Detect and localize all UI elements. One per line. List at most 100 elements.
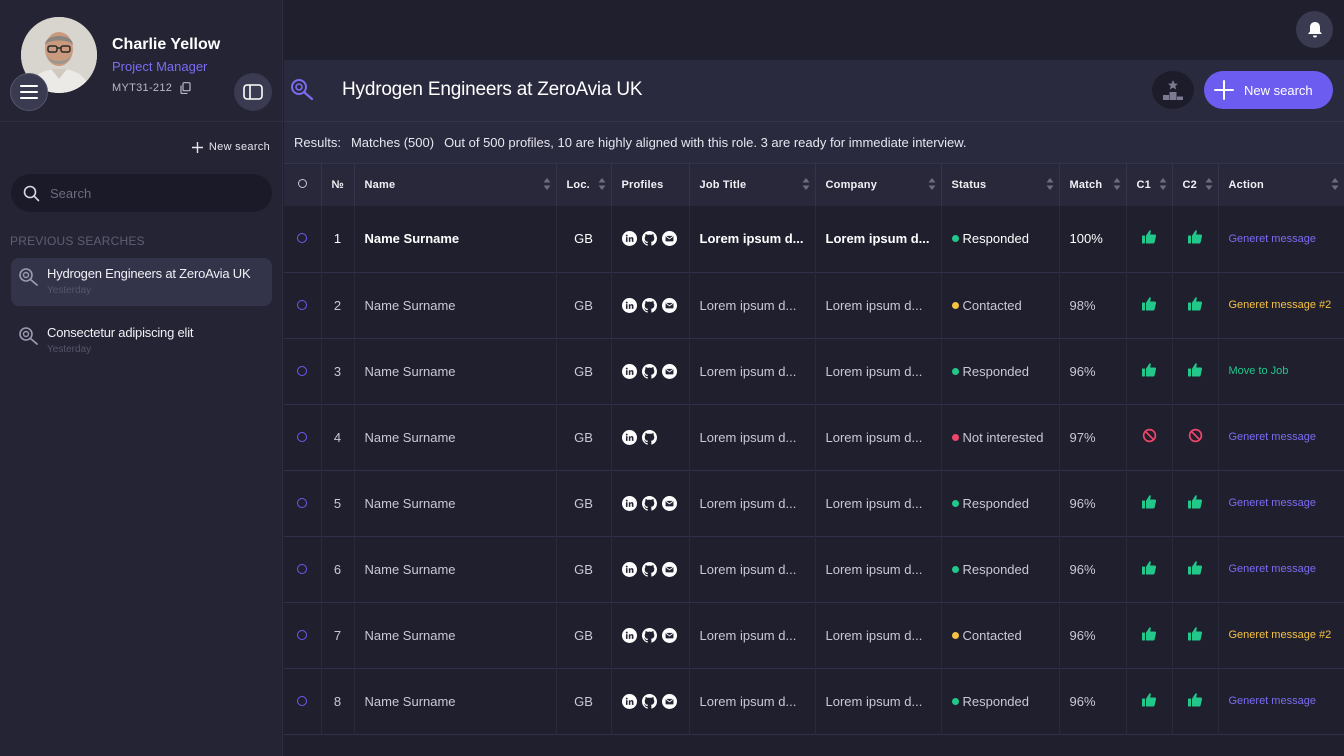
ban-icon[interactable] xyxy=(1142,428,1157,443)
c2-cell[interactable] xyxy=(1172,404,1219,470)
leaderboard-button[interactable] xyxy=(1152,71,1194,109)
action-link[interactable]: Generet message xyxy=(1218,470,1344,536)
linkedin-icon[interactable] xyxy=(621,429,637,445)
toggle-panel-button[interactable] xyxy=(234,73,272,111)
sort-icon[interactable] xyxy=(543,178,551,190)
email-icon[interactable] xyxy=(661,627,677,643)
table-row[interactable]: 6 Name Surname GB Lorem ipsum d... Lorem… xyxy=(284,536,1344,602)
email-icon[interactable] xyxy=(661,495,677,511)
previous-search-item[interactable]: Consectetur adipiscing elit Yesterday xyxy=(11,317,272,365)
row-select-radio[interactable] xyxy=(297,695,308,706)
linkedin-icon[interactable] xyxy=(621,693,637,709)
candidate-name[interactable]: Name Surname xyxy=(354,470,557,536)
action-link[interactable]: Generet message #2 xyxy=(1218,602,1344,668)
thumbs-up-icon[interactable] xyxy=(1141,362,1157,378)
row-select-radio[interactable] xyxy=(297,629,308,640)
search-field[interactable] xyxy=(11,174,272,212)
candidate-name[interactable]: Name Surname xyxy=(354,272,557,338)
github-icon[interactable] xyxy=(641,561,657,577)
row-select-cell[interactable] xyxy=(284,470,322,536)
thumbs-up-icon[interactable] xyxy=(1187,692,1203,708)
thumbs-up-icon[interactable] xyxy=(1141,626,1157,642)
thumbs-up-icon[interactable] xyxy=(1187,626,1203,642)
action-link[interactable]: Generet message xyxy=(1218,206,1344,272)
c2-cell[interactable] xyxy=(1172,206,1219,272)
row-select-cell[interactable] xyxy=(284,206,322,272)
col-header-c1[interactable]: C1 xyxy=(1126,164,1173,206)
c2-cell[interactable] xyxy=(1172,668,1219,734)
action-link[interactable]: Generet message #2 xyxy=(1218,272,1344,338)
thumbs-up-icon[interactable] xyxy=(1187,494,1203,510)
c1-cell[interactable] xyxy=(1126,470,1173,536)
email-icon[interactable] xyxy=(661,561,677,577)
table-row[interactable]: 1 Name Surname GB Lorem ipsum d... Lorem… xyxy=(284,206,1344,272)
col-header-company[interactable]: Company xyxy=(815,164,942,206)
sort-icon[interactable] xyxy=(1113,178,1121,190)
search-input[interactable] xyxy=(50,185,250,201)
thumbs-up-icon[interactable] xyxy=(1141,494,1157,510)
email-icon[interactable] xyxy=(661,363,677,379)
col-header-c2[interactable]: C2 xyxy=(1172,164,1219,206)
row-select-cell[interactable] xyxy=(284,404,322,470)
c2-cell[interactable] xyxy=(1172,536,1219,602)
select-all-radio[interactable] xyxy=(297,179,307,188)
github-icon[interactable] xyxy=(641,693,657,709)
c1-cell[interactable] xyxy=(1126,338,1173,404)
action-link[interactable]: Generet message xyxy=(1218,404,1344,470)
col-header-action[interactable]: Action xyxy=(1218,164,1344,206)
linkedin-icon[interactable] xyxy=(621,363,637,379)
action-link[interactable]: Generet message xyxy=(1218,536,1344,602)
table-row[interactable]: 7 Name Surname GB Lorem ipsum d... Lorem… xyxy=(284,602,1344,668)
c1-cell[interactable] xyxy=(1126,206,1173,272)
linkedin-icon[interactable] xyxy=(621,297,637,313)
col-header-status[interactable]: Status xyxy=(941,164,1060,206)
menu-button[interactable] xyxy=(10,73,48,111)
thumbs-up-icon[interactable] xyxy=(1187,560,1203,576)
table-row[interactable]: 4 Name Surname GB Lorem ipsum d... Lorem… xyxy=(284,404,1344,470)
thumbs-up-icon[interactable] xyxy=(1141,692,1157,708)
thumbs-up-icon[interactable] xyxy=(1141,229,1157,245)
sort-icon[interactable] xyxy=(1159,178,1167,190)
row-select-cell[interactable] xyxy=(284,338,322,404)
c2-cell[interactable] xyxy=(1172,470,1219,536)
linkedin-icon[interactable] xyxy=(621,231,637,247)
row-select-radio[interactable] xyxy=(297,563,308,574)
c2-cell[interactable] xyxy=(1172,272,1219,338)
sort-icon[interactable] xyxy=(598,178,606,190)
c1-cell[interactable] xyxy=(1126,404,1173,470)
linkedin-icon[interactable] xyxy=(621,627,637,643)
sort-icon[interactable] xyxy=(802,178,810,190)
github-icon[interactable] xyxy=(641,627,657,643)
candidate-name[interactable]: Name Surname xyxy=(354,404,557,470)
new-search-button[interactable]: New search xyxy=(1204,71,1333,109)
email-icon[interactable] xyxy=(661,231,677,247)
thumbs-up-icon[interactable] xyxy=(1141,560,1157,576)
thumbs-up-icon[interactable] xyxy=(1187,229,1203,245)
thumbs-up-icon[interactable] xyxy=(1141,296,1157,312)
github-icon[interactable] xyxy=(641,231,657,246)
github-icon[interactable] xyxy=(641,363,657,379)
row-select-radio[interactable] xyxy=(297,299,308,310)
notifications-button[interactable] xyxy=(1296,11,1333,48)
action-link[interactable]: Generet message xyxy=(1218,668,1344,734)
row-select-cell[interactable] xyxy=(284,668,322,734)
select-all-header[interactable] xyxy=(284,164,322,206)
table-row[interactable]: 3 Name Surname GB Lorem ipsum d... Lorem… xyxy=(284,338,1344,404)
action-link[interactable]: Move to Job xyxy=(1218,338,1344,404)
col-header-name[interactable]: Name xyxy=(354,164,557,206)
row-select-radio[interactable] xyxy=(297,431,308,442)
sort-icon[interactable] xyxy=(928,178,936,190)
row-select-cell[interactable] xyxy=(284,602,322,668)
c1-cell[interactable] xyxy=(1126,668,1173,734)
table-row[interactable]: 8 Name Surname GB Lorem ipsum d... Lorem… xyxy=(284,668,1344,734)
candidate-name[interactable]: Name Surname xyxy=(354,206,557,272)
candidate-name[interactable]: Name Surname xyxy=(354,668,557,734)
sidebar-new-search-link[interactable]: New search xyxy=(191,141,270,153)
table-row[interactable]: 2 Name Surname GB Lorem ipsum d... Lorem… xyxy=(284,272,1344,338)
table-row[interactable]: 5 Name Surname GB Lorem ipsum d... Lorem… xyxy=(284,470,1344,536)
github-icon[interactable] xyxy=(641,297,657,313)
row-select-radio[interactable] xyxy=(297,497,308,508)
candidate-name[interactable]: Name Surname xyxy=(354,602,557,668)
col-header-match[interactable]: Match xyxy=(1059,164,1127,206)
github-icon[interactable] xyxy=(641,429,657,445)
